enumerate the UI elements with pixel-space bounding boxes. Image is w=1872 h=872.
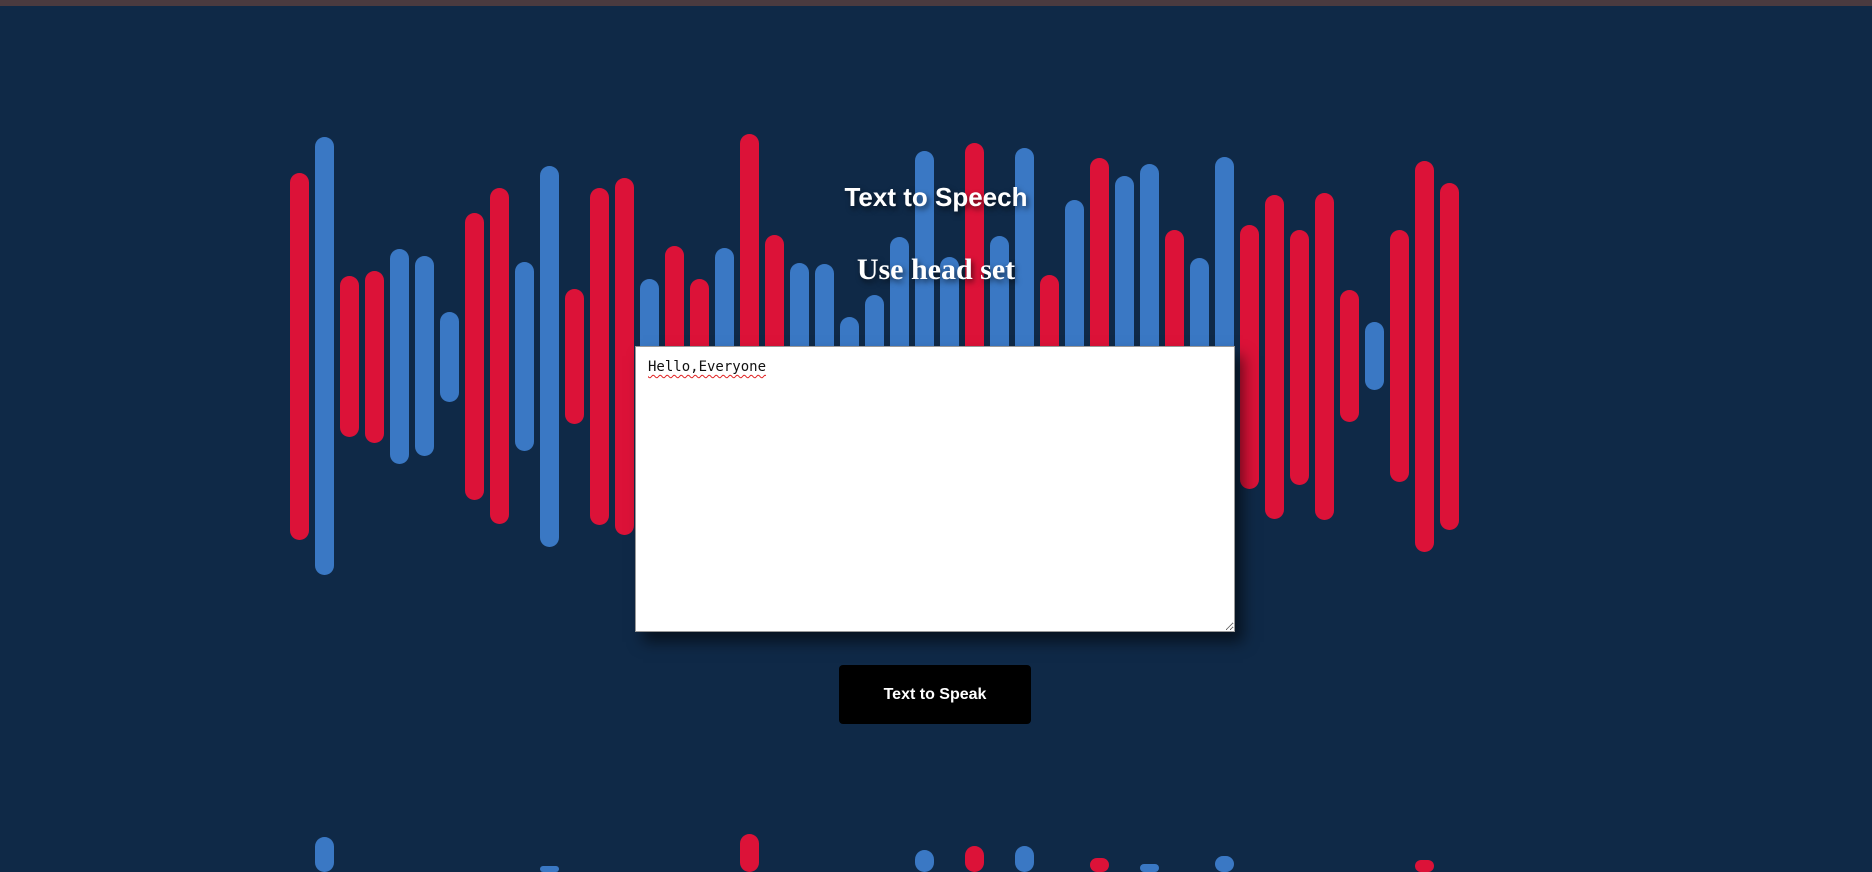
sound-wave-bar xyxy=(1315,193,1334,520)
sound-wave-bar xyxy=(290,173,309,540)
sound-wave-bar xyxy=(340,276,359,437)
text-to-speak-button[interactable]: Text to Speak xyxy=(839,665,1031,724)
sound-wave-bar xyxy=(490,188,509,524)
sound-wave-bar xyxy=(1440,183,1459,530)
sound-wave-bar xyxy=(590,188,609,525)
sound-wave-bar xyxy=(1265,195,1284,519)
sound-wave-bar xyxy=(1015,846,1034,872)
page-subtitle: Use head set xyxy=(856,253,1016,286)
sound-wave-bar xyxy=(440,312,459,402)
sound-wave-bar xyxy=(1340,290,1359,422)
sound-wave-bar xyxy=(965,846,984,872)
speech-text-input[interactable] xyxy=(635,346,1235,632)
sound-wave-bar xyxy=(1140,864,1159,872)
sound-wave-bar xyxy=(1215,856,1234,872)
sound-wave-bar xyxy=(1415,860,1434,872)
sound-wave-bar xyxy=(740,834,759,872)
sound-wave-bar xyxy=(540,166,559,547)
sound-wave-bar xyxy=(615,178,634,535)
sound-wave-bar xyxy=(315,837,334,872)
sound-wave-bar xyxy=(365,271,384,443)
sound-wave-bar xyxy=(540,866,559,872)
page-title: Text to Speech xyxy=(844,182,1028,212)
sound-wave-bar xyxy=(915,850,934,872)
sound-wave-stage: Text to Speech Use head set Text to Spea… xyxy=(0,0,1872,872)
sound-wave-bar xyxy=(1090,858,1109,872)
sound-wave-bar xyxy=(1365,322,1384,390)
sound-wave-bar xyxy=(1415,161,1434,552)
sound-wave-bar xyxy=(515,262,534,451)
sound-wave-bar xyxy=(565,289,584,424)
